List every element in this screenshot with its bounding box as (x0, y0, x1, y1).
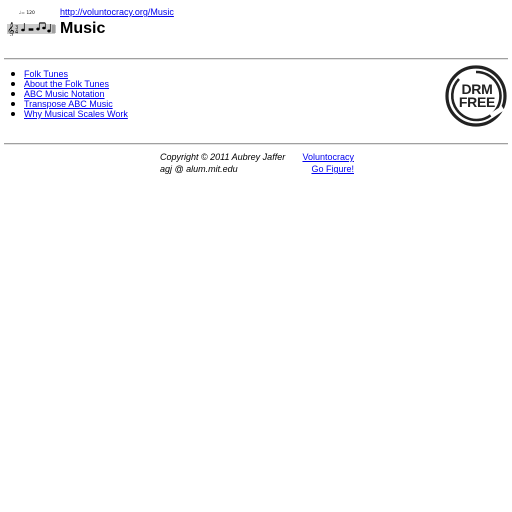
tempo-marking: ♩= 120 (19, 10, 35, 16)
transpose-abc-music-link[interactable]: Transpose ABC Music (24, 99, 113, 109)
go-figure-link[interactable]: Go Figure! (311, 163, 354, 175)
list-item: Transpose ABC Music (10, 99, 128, 109)
bullet-icon (11, 102, 15, 106)
list-item: Why Musical Scales Work (10, 109, 128, 119)
music-staff-icon: ♩= 120 𝄞 3 4 (7, 10, 56, 36)
bullet-icon (11, 82, 15, 86)
drm-free-icon[interactable]: DRM FREE (445, 64, 509, 128)
svg-text:𝄞: 𝄞 (7, 23, 15, 36)
bullet-icon (11, 72, 15, 76)
top-divider (4, 58, 508, 60)
voluntocracy-link[interactable]: Voluntocracy (302, 151, 354, 163)
abc-music-notation-link[interactable]: ABC Music Notation (24, 89, 105, 99)
page: ♩= 120 𝄞 3 4 http://voluntocracy.org/Mus… (0, 0, 512, 512)
bullet-icon (11, 112, 15, 116)
page-url-link[interactable]: http://voluntocracy.org/Music (60, 7, 174, 17)
page-title: Music (60, 20, 106, 37)
bottom-divider (4, 143, 508, 145)
folk-tunes-link[interactable]: Folk Tunes (24, 69, 68, 79)
free-label: FREE (458, 94, 496, 110)
list-item: About the Folk Tunes (10, 79, 128, 89)
bullet-icon (11, 92, 15, 96)
about-folk-tunes-link[interactable]: About the Folk Tunes (24, 79, 109, 89)
list-item: Folk Tunes (10, 69, 128, 79)
copyright-text: Copyright © 2011 Aubrey Jaffer (160, 152, 286, 162)
list-item: ABC Music Notation (10, 89, 128, 99)
svg-text:4: 4 (15, 30, 18, 36)
author-email: agj @ alum.mit.edu (160, 164, 238, 174)
musical-scales-link[interactable]: Why Musical Scales Work (24, 109, 128, 119)
music-link-list: Folk Tunes About the Folk Tunes ABC Musi… (10, 69, 128, 119)
